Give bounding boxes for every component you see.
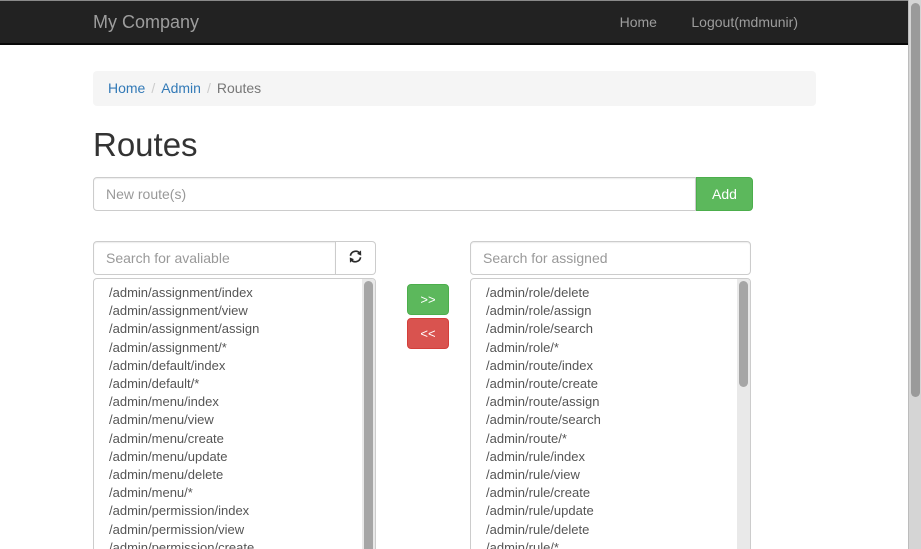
route-item[interactable]: /admin/default/index bbox=[94, 357, 375, 375]
route-item[interactable]: /admin/permission/view bbox=[94, 521, 375, 539]
breadcrumb-current: Routes bbox=[217, 80, 261, 96]
available-search-group bbox=[93, 241, 376, 275]
brand-link[interactable]: My Company bbox=[93, 0, 199, 45]
window-top-edge bbox=[0, 0, 921, 1]
route-item[interactable]: /admin/assignment/index bbox=[94, 284, 375, 302]
refresh-button[interactable] bbox=[336, 241, 376, 275]
route-item[interactable]: /admin/rule/update bbox=[471, 502, 750, 520]
assigned-search-input[interactable] bbox=[470, 241, 751, 275]
route-item[interactable]: /admin/route/* bbox=[471, 430, 750, 448]
breadcrumb: Home/Admin/Routes bbox=[93, 71, 816, 106]
route-item[interactable]: /admin/rule/delete bbox=[471, 521, 750, 539]
window-scrollbar[interactable] bbox=[908, 0, 921, 549]
breadcrumb-separator: / bbox=[145, 80, 161, 96]
breadcrumb-admin-link[interactable]: Admin bbox=[161, 80, 201, 96]
route-item[interactable]: /admin/menu/index bbox=[94, 393, 375, 411]
route-item[interactable]: /admin/menu/* bbox=[94, 484, 375, 502]
route-item[interactable]: /admin/menu/delete bbox=[94, 466, 375, 484]
window-scroll-thumb[interactable] bbox=[911, 3, 920, 397]
route-item[interactable]: /admin/role/search bbox=[471, 320, 750, 338]
route-item[interactable]: /admin/role/* bbox=[471, 339, 750, 357]
routes-admin-page: My Company Home Logout(mdmunir) Home/Adm… bbox=[0, 0, 921, 549]
route-item[interactable]: /admin/assignment/view bbox=[94, 302, 375, 320]
route-item[interactable]: /admin/route/assign bbox=[471, 393, 750, 411]
route-item[interactable]: /admin/rule/view bbox=[471, 466, 750, 484]
available-search-input[interactable] bbox=[93, 241, 336, 275]
route-item[interactable]: /admin/rule/index bbox=[471, 448, 750, 466]
navbar: My Company Home Logout(mdmunir) bbox=[0, 0, 908, 45]
assigned-list[interactable]: /admin/role/delete/admin/role/assign/adm… bbox=[470, 278, 751, 549]
route-item[interactable]: /admin/route/index bbox=[471, 357, 750, 375]
available-list-scrollbar[interactable] bbox=[362, 279, 375, 549]
available-list[interactable]: /admin/assignment/index/admin/assignment… bbox=[93, 278, 376, 549]
refresh-icon bbox=[348, 249, 363, 267]
route-item[interactable]: /admin/menu/create bbox=[94, 430, 375, 448]
new-route-group: Add bbox=[93, 177, 753, 211]
route-item[interactable]: /admin/rule/* bbox=[471, 539, 750, 549]
route-item[interactable]: /admin/rule/create bbox=[471, 484, 750, 502]
route-item[interactable]: /admin/assignment/* bbox=[94, 339, 375, 357]
navbar-links: Home Logout(mdmunir) bbox=[605, 0, 813, 45]
nav-logout-link[interactable]: Logout(mdmunir) bbox=[676, 0, 813, 45]
route-item[interactable]: /admin/permission/index bbox=[94, 502, 375, 520]
new-route-input[interactable] bbox=[93, 177, 696, 211]
assigned-list-items: /admin/role/delete/admin/role/assign/adm… bbox=[471, 279, 750, 549]
route-item[interactable]: /admin/route/create bbox=[471, 375, 750, 393]
route-item[interactable]: /admin/role/delete bbox=[471, 284, 750, 302]
assign-button[interactable]: >> bbox=[407, 284, 449, 315]
nav-home-link[interactable]: Home bbox=[605, 0, 672, 45]
available-list-items: /admin/assignment/index/admin/assignment… bbox=[94, 279, 375, 549]
route-item[interactable]: /admin/menu/update bbox=[94, 448, 375, 466]
assigned-list-scrollbar[interactable] bbox=[737, 279, 750, 549]
available-scroll-thumb[interactable] bbox=[364, 281, 373, 549]
route-item[interactable]: /admin/permission/create bbox=[94, 539, 375, 549]
add-button[interactable]: Add bbox=[696, 177, 753, 211]
page-title: Routes bbox=[93, 126, 198, 164]
remove-button[interactable]: << bbox=[407, 318, 449, 349]
route-item[interactable]: /admin/route/search bbox=[471, 411, 750, 429]
breadcrumb-separator: / bbox=[201, 80, 217, 96]
route-item[interactable]: /admin/menu/view bbox=[94, 411, 375, 429]
breadcrumb-home-link[interactable]: Home bbox=[108, 80, 145, 96]
assigned-scroll-thumb[interactable] bbox=[739, 281, 748, 387]
route-item[interactable]: /admin/assignment/assign bbox=[94, 320, 375, 338]
route-item[interactable]: /admin/role/assign bbox=[471, 302, 750, 320]
route-item[interactable]: /admin/default/* bbox=[94, 375, 375, 393]
